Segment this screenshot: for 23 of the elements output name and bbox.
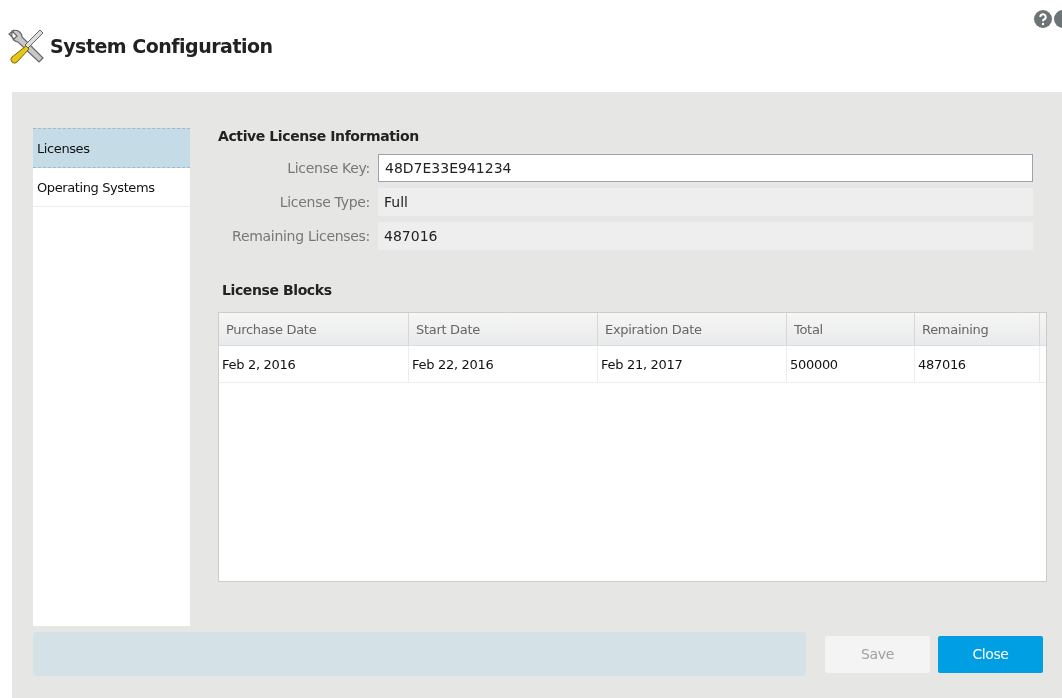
column-header[interactable]: Remaining	[915, 313, 1040, 345]
table-cell: Feb 22, 2016	[409, 346, 598, 382]
help-icon[interactable]	[1034, 10, 1052, 28]
field-label: License Key:	[286, 160, 370, 176]
field-label: Remaining Licenses:	[231, 228, 370, 244]
section-heading: Active License Information	[218, 128, 420, 144]
column-header[interactable]: Start Date	[409, 313, 598, 345]
section-heading: License Blocks	[222, 282, 333, 298]
field-value: Full	[378, 188, 1033, 216]
table-cell: Feb 2, 2016	[219, 346, 409, 382]
column-header[interactable]: Expiration Date	[598, 313, 787, 345]
window-title: System Configuration	[50, 35, 273, 57]
column-header[interactable]: Purchase Date	[219, 313, 409, 345]
table-cell: 487016	[915, 346, 1040, 382]
table-cell: Feb 21, 2017	[598, 346, 787, 382]
field-label: License Type:	[278, 194, 370, 210]
sidebar-item[interactable]: Operating Systems	[33, 168, 190, 207]
sidebar-item[interactable]: Licenses	[33, 128, 190, 168]
table-cell: 500000	[787, 346, 915, 382]
license-key-field[interactable]: 48D7E33E941234	[378, 154, 1033, 182]
field-value: 487016	[378, 222, 1033, 250]
column-header[interactable]: Total	[787, 313, 915, 345]
primary-button[interactable]: Close	[938, 635, 1043, 673]
